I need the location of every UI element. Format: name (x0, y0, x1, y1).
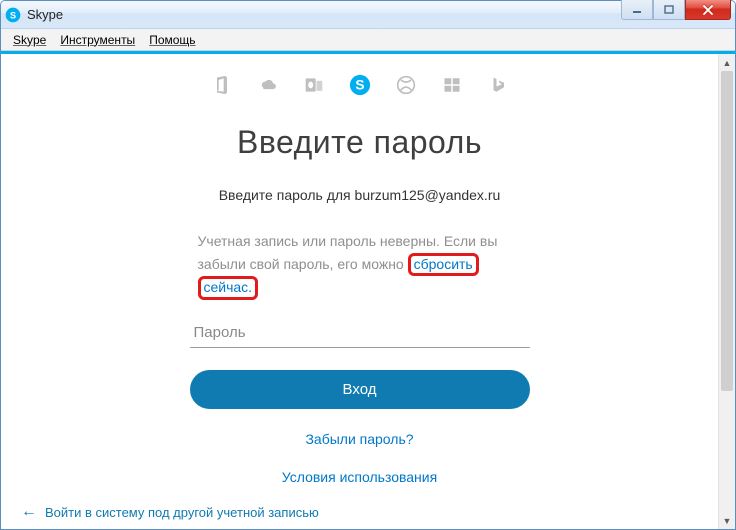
scroll-up-icon[interactable]: ▲ (719, 54, 735, 71)
minimize-button[interactable] (621, 0, 653, 20)
menubar: Skype Инструменты Помощь (1, 29, 735, 51)
scroll-down-icon[interactable]: ▼ (719, 512, 735, 529)
reset-link-part1[interactable]: сбросить (414, 256, 473, 272)
skype-service-icon: S (349, 74, 371, 96)
maximize-button[interactable] (653, 0, 685, 20)
main-panel: S Введите пароль Введите пароль для burz… (1, 54, 718, 529)
account-email: burzum125@yandex.ru (355, 187, 501, 203)
titlebar: S Skype (1, 1, 735, 29)
error-message: Учетная запись или пароль неверны. Если … (190, 231, 530, 300)
skype-icon: S (5, 7, 21, 23)
content-area: S Введите пароль Введите пароль для burz… (1, 54, 735, 529)
windows-icon (441, 74, 463, 96)
highlight-box-2: сейчас. (198, 276, 259, 300)
page-heading: Введите пароль (190, 124, 530, 161)
close-button[interactable] (685, 0, 731, 20)
login-form: Введите пароль Введите пароль для burzum… (190, 124, 530, 485)
office-icon (211, 74, 233, 96)
signin-button[interactable]: Вход (190, 370, 530, 409)
window-controls (621, 0, 731, 20)
app-window: S Skype Skype Инструменты Помощь (0, 0, 736, 530)
window-title: Skype (27, 7, 63, 22)
xbox-icon (395, 74, 417, 96)
terms-link[interactable]: Условия использования (190, 469, 530, 485)
onedrive-icon (257, 74, 279, 96)
service-icon-row: S (1, 68, 718, 102)
password-input[interactable] (190, 318, 530, 348)
outlook-icon (303, 74, 325, 96)
menu-help[interactable]: Помощь (143, 31, 201, 49)
svg-text:S: S (355, 78, 364, 93)
menu-skype[interactable]: Skype (7, 31, 52, 49)
scroll-thumb[interactable] (721, 71, 733, 391)
forgot-password-link[interactable]: Забыли пароль? (190, 431, 530, 447)
vertical-scrollbar[interactable]: ▲ ▼ (718, 54, 735, 529)
highlight-box-1: сбросить (408, 253, 479, 277)
svg-text:S: S (10, 10, 16, 20)
reset-link-part2[interactable]: сейчас. (204, 279, 253, 295)
menu-tools[interactable]: Инструменты (54, 31, 141, 49)
arrow-left-icon: ← (21, 503, 37, 521)
other-account-link[interactable]: ← Войти в систему под другой учетной зап… (21, 503, 319, 521)
subheading: Введите пароль для burzum125@yandex.ru (190, 187, 530, 203)
bing-icon (487, 74, 509, 96)
